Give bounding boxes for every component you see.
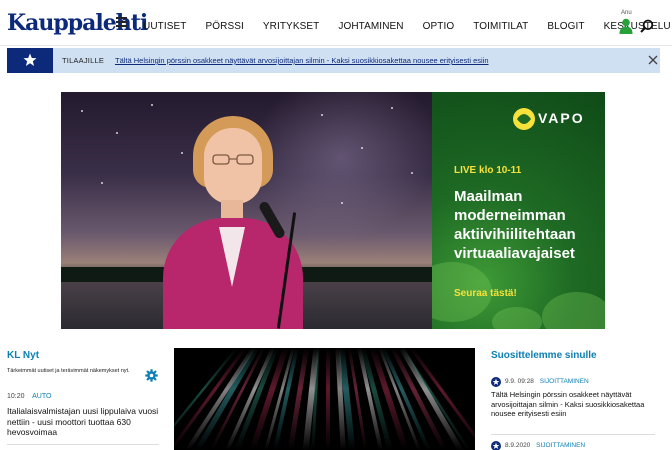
kl-nyt-item-category[interactable]: AUTO bbox=[32, 393, 51, 400]
kl-nyt-item-meta: 10:20 AUTO bbox=[7, 393, 51, 400]
glasses bbox=[212, 154, 254, 165]
recommend-item-category[interactable]: SIJOITTAMINEN bbox=[536, 442, 585, 449]
site-header: Kauppalehti UUTISET PÖRSSI YRITYKSET JOH… bbox=[0, 0, 672, 46]
nav-item-johtaminen[interactable]: JOHTAMINEN bbox=[338, 21, 403, 32]
ad-brand: VAPO bbox=[538, 110, 585, 126]
star-icon bbox=[491, 377, 501, 387]
ad-cta-link[interactable]: Seuraa tästä! bbox=[454, 288, 517, 299]
star-icon bbox=[23, 53, 37, 66]
nav-item-yritykset[interactable]: YRITYKSET bbox=[263, 21, 319, 32]
user-name: Anu bbox=[621, 10, 632, 16]
recommend-title: Suosittelemme sinulle bbox=[491, 350, 597, 361]
menu-icon[interactable] bbox=[116, 17, 127, 27]
banner-star-box bbox=[7, 48, 53, 73]
recommend-item-date: 8.9.2020 bbox=[505, 442, 531, 449]
kl-nyt-title[interactable]: KL Nyt bbox=[7, 350, 39, 361]
subscriber-banner: TILAAJILLE Tältä Helsingin pörssin osakk… bbox=[7, 48, 660, 73]
kl-nyt-item-headline[interactable]: Italialaisvalmistajan uusi lippulaiva vu… bbox=[7, 406, 162, 438]
vapo-ad[interactable]: VAPO LIVE klo 10-11 Maailman moderneimma… bbox=[432, 92, 605, 329]
user-icon[interactable] bbox=[619, 18, 633, 34]
kl-nyt-description: Tärkeimmät uutiset ja terävimmät näkemyk… bbox=[7, 368, 130, 374]
nav-item-keskustelu[interactable]: KESKUSTELU bbox=[604, 21, 671, 32]
search-icon[interactable] bbox=[640, 19, 654, 33]
banner-label: TILAAJILLE bbox=[62, 56, 105, 65]
nav-item-optio[interactable]: OPTIO bbox=[423, 21, 455, 32]
image-streak bbox=[326, 348, 330, 450]
nav-item-toimitilat[interactable]: TOIMITILAT bbox=[473, 21, 528, 32]
banner-link[interactable]: Tältä Helsingin pörssin osakkeet näyttäv… bbox=[115, 56, 489, 65]
recommend-item-meta: 9.9. 09:28 SIJOITTAMINEN bbox=[505, 378, 589, 385]
nav-item-porssi[interactable]: PÖRSSI bbox=[205, 21, 243, 32]
recommend-item-category[interactable]: SIJOITTAMINEN bbox=[540, 378, 589, 385]
close-icon[interactable] bbox=[648, 55, 658, 65]
recommend-item-time: 09:28 bbox=[517, 378, 534, 385]
article-image[interactable] bbox=[174, 348, 475, 450]
ad-live-time: LIVE klo 10-11 bbox=[454, 165, 522, 176]
nav-item-uutiset[interactable]: UUTISET bbox=[143, 21, 186, 32]
recommend-item[interactable]: 9.9. 09:28 SIJOITTAMINEN Tältä Helsingin… bbox=[491, 377, 656, 427]
presenter-face bbox=[204, 128, 262, 204]
nav-item-blogit[interactable]: BLOGIT bbox=[547, 21, 584, 32]
recommend-item-headline[interactable]: Tältä Helsingin pörssin osakkeet näyttäv… bbox=[491, 390, 651, 419]
live-video[interactable] bbox=[61, 92, 432, 329]
main-nav: UUTISET PÖRSSI YRITYKSET JOHTAMINEN OPTI… bbox=[143, 21, 672, 32]
recommend-item-meta: 8.9.2020 SIJOITTAMINEN bbox=[505, 442, 585, 449]
gear-icon[interactable] bbox=[145, 369, 158, 382]
recommend-item[interactable]: 8.9.2020 SIJOITTAMINEN bbox=[491, 441, 656, 450]
divider bbox=[491, 434, 655, 435]
ad-headline: Maailman moderneimman aktiivihiilitehtaa… bbox=[454, 188, 576, 262]
star-icon bbox=[491, 441, 501, 450]
kl-nyt-item-time: 10:20 bbox=[7, 393, 25, 400]
recommend-item-date: 9.9. bbox=[505, 378, 516, 385]
divider bbox=[7, 444, 159, 445]
